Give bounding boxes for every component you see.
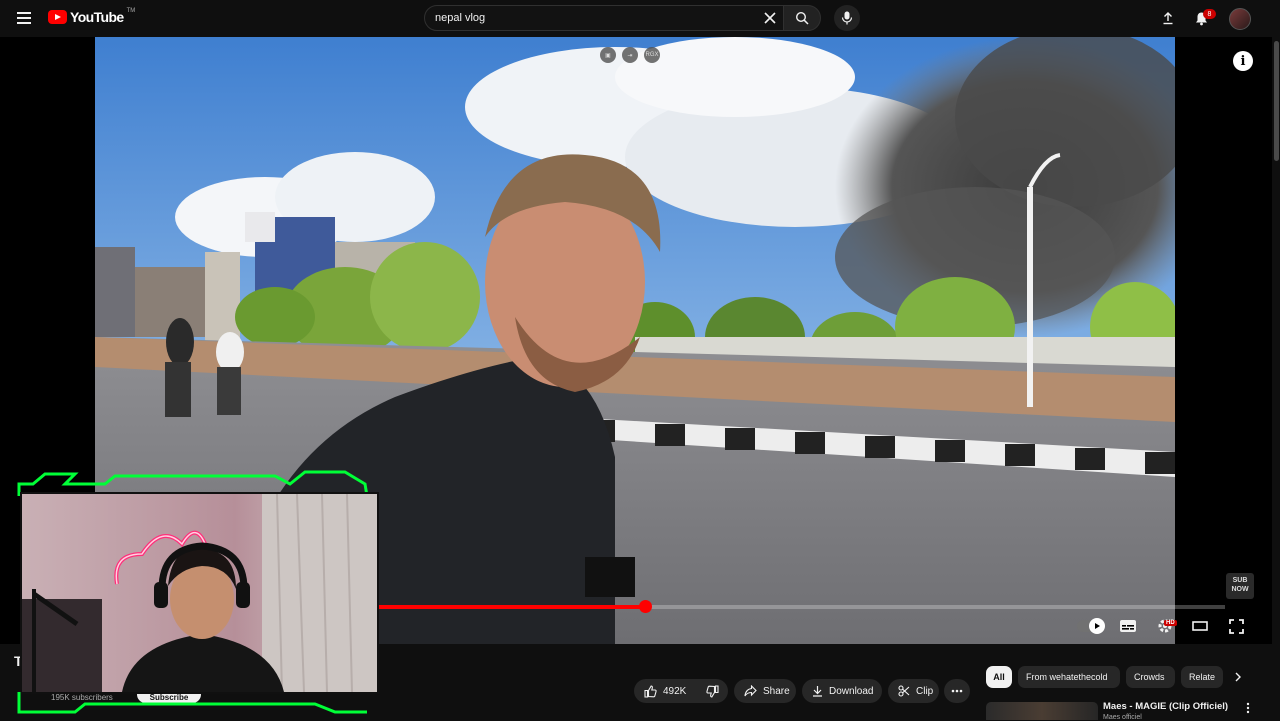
autoplay-toggle[interactable]: [1077, 618, 1105, 634]
dislike-icon[interactable]: [706, 684, 719, 698]
autoplay-play-icon: [1089, 618, 1105, 634]
sub-watermark-line1: SUB: [1232, 577, 1248, 584]
clip-button[interactable]: Clip: [888, 679, 939, 703]
scissors-icon: [898, 685, 910, 697]
download-label: Download: [829, 685, 874, 697]
extension-icons: ▣ ⇥ RGX: [600, 47, 660, 63]
search-button[interactable]: [783, 5, 821, 31]
info-icon[interactable]: i: [1233, 51, 1253, 71]
theater-mode-icon[interactable]: [1189, 615, 1211, 637]
chip-all[interactable]: All: [986, 666, 1012, 688]
download-icon: [813, 686, 822, 697]
fullscreen-icon[interactable]: [1225, 615, 1247, 637]
page-scrollbar[interactable]: [1272, 37, 1280, 720]
logo-text: YouTube: [70, 9, 124, 25]
more-actions-button[interactable]: [944, 679, 970, 703]
share-button[interactable]: Share: [734, 679, 796, 703]
youtube-play-icon: [48, 10, 67, 24]
more-vertical-icon[interactable]: [1241, 701, 1255, 715]
microphone-icon: [841, 11, 853, 25]
search-input[interactable]: [425, 6, 755, 30]
extension-copy-icon[interactable]: ▣: [600, 47, 616, 63]
webcam-scene: [22, 494, 377, 692]
share-icon: [744, 685, 757, 697]
extension-rgx-icon[interactable]: RGX: [644, 47, 660, 63]
sub-watermark-line2: NOW: [1231, 586, 1249, 593]
progress-played: [375, 605, 646, 609]
notification-count-badge: 8: [1203, 9, 1216, 19]
chip-crowds[interactable]: Crowds: [1126, 666, 1175, 688]
settings-gear-icon[interactable]: [1154, 615, 1176, 637]
logo-trademark: TM: [126, 8, 136, 14]
scrollbar-thumb[interactable]: [1274, 41, 1279, 161]
youtube-logo[interactable]: YouTube TM: [48, 8, 136, 25]
account-avatar[interactable]: [1229, 8, 1251, 30]
menu-icon[interactable]: [12, 7, 36, 29]
clip-label: Clip: [916, 685, 934, 697]
subtitles-icon[interactable]: [1117, 615, 1139, 637]
chip-from-channel[interactable]: From wehatethecold: [1018, 666, 1120, 688]
chevron-right-icon[interactable]: [1229, 668, 1247, 686]
share-label: Share: [763, 685, 790, 697]
recommendation-title[interactable]: Maes - MAGIE (Clip Officiel): [1103, 701, 1228, 712]
webcam-overlay: [20, 492, 379, 694]
chip-related[interactable]: Relate: [1181, 666, 1223, 688]
more-horizontal-icon: [951, 689, 963, 693]
search-box: [424, 5, 784, 31]
search-icon: [795, 11, 809, 25]
download-button[interactable]: Download: [802, 679, 882, 703]
hd-badge: HD: [1164, 620, 1177, 626]
like-dislike-group: 492K: [634, 679, 728, 703]
progress-bar[interactable]: [375, 600, 1225, 613]
voice-search-button[interactable]: [834, 5, 860, 31]
extension-export-icon[interactable]: ⇥: [622, 47, 638, 63]
masthead: YouTube TM 8: [0, 0, 1280, 37]
like-count[interactable]: 492K: [663, 686, 686, 697]
subscribe-watermark[interactable]: SUB NOW: [1226, 573, 1254, 599]
clear-search-icon[interactable]: [761, 9, 779, 27]
recommendation-thumbnail[interactable]: [986, 702, 1098, 720]
upload-icon[interactable]: [1158, 8, 1178, 28]
like-icon[interactable]: [644, 684, 657, 698]
webcam-neon-frame-bottom: [17, 692, 367, 714]
